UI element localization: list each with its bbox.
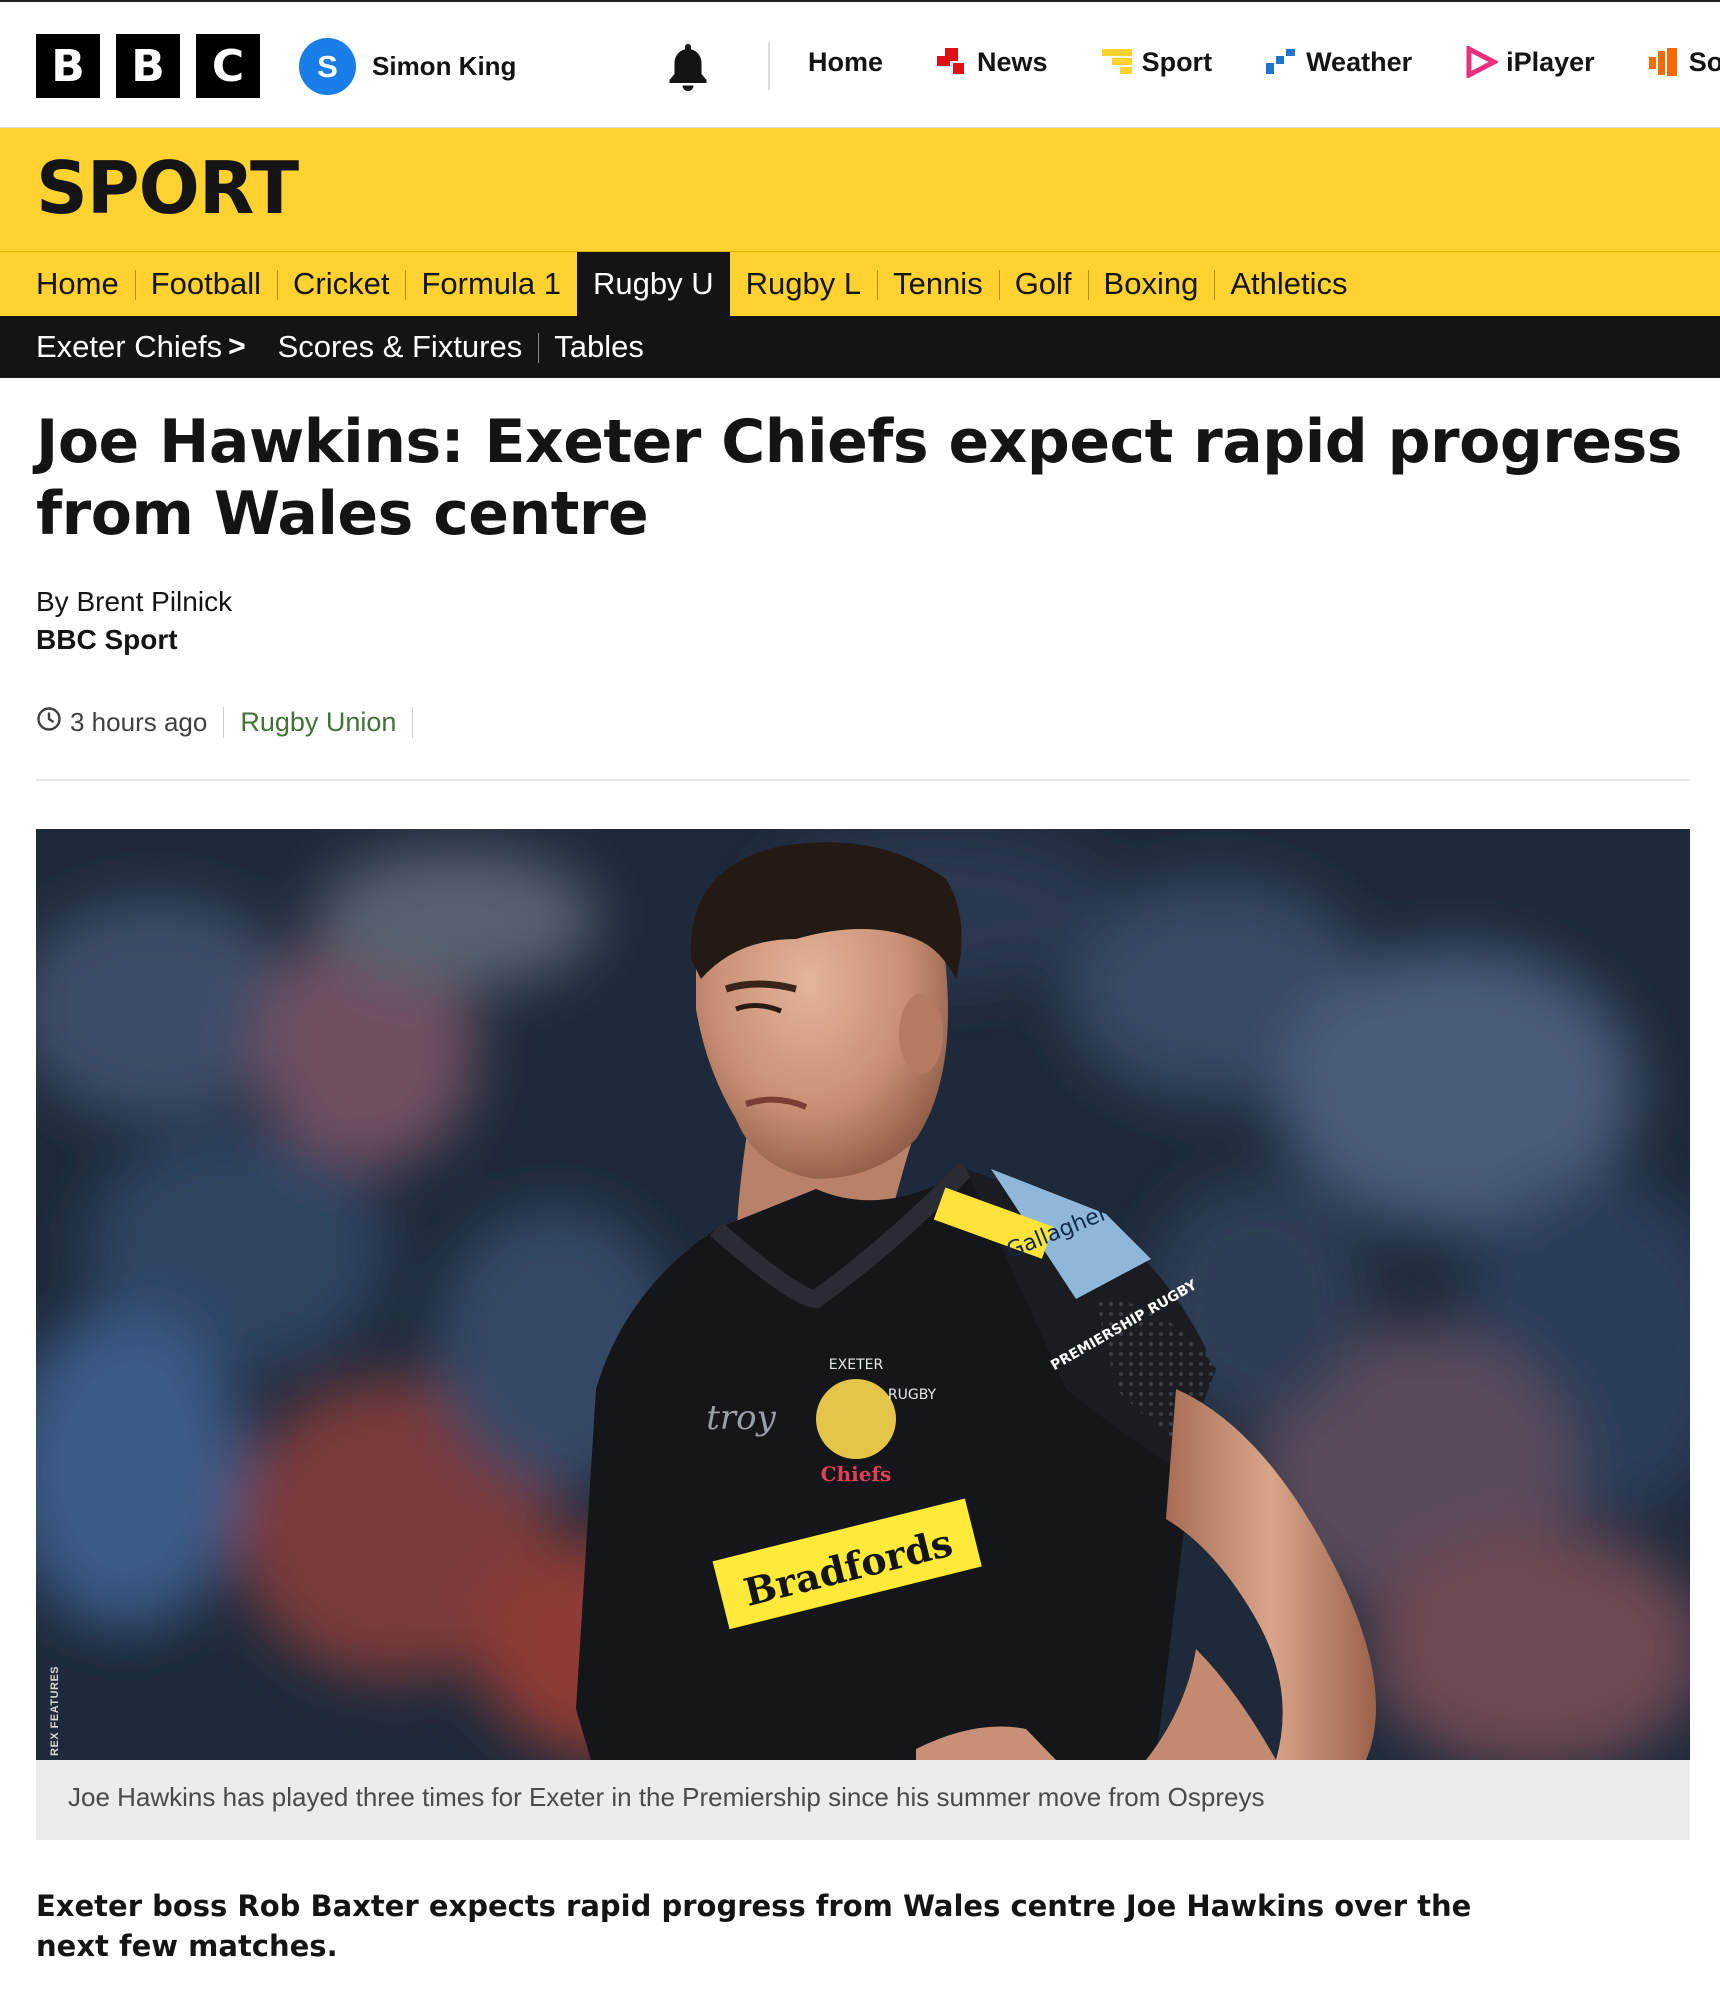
- badge-bottom-text: Chiefs: [821, 1462, 892, 1486]
- team-link[interactable]: Exeter Chiefs >: [36, 329, 262, 365]
- section-tab-boxing[interactable]: Boxing: [1087, 252, 1215, 316]
- divider: [36, 779, 1690, 781]
- badge-right-text: RUGBY: [888, 1387, 937, 1403]
- scores-fixtures-link[interactable]: Scores & Fixtures: [262, 329, 539, 365]
- clock-icon: [36, 706, 62, 739]
- news-icon: [937, 46, 969, 78]
- image-caption: Joe Hawkins has played three times for E…: [36, 1760, 1690, 1840]
- nav-label: News: [977, 46, 1048, 77]
- nav-label: Home: [808, 46, 884, 77]
- nav-home[interactable]: Home: [808, 47, 883, 78]
- section-tab-home[interactable]: Home: [36, 252, 135, 316]
- bbc-logo-letter: B: [116, 34, 180, 98]
- bbc-logo-letter: C: [196, 34, 260, 98]
- timestamp: 3 hours ago: [36, 706, 223, 739]
- account-link[interactable]: S Simon King: [299, 38, 516, 95]
- global-header: B B C S Simon King Home News Sport Weath…: [0, 0, 1720, 128]
- article-summary: Exeter boss Rob Baxter expects rapid pro…: [36, 1889, 1472, 1963]
- section-tab-cricket[interactable]: Cricket: [277, 252, 405, 316]
- nav-label: iPlayer: [1506, 46, 1595, 77]
- section-tab-rugby-league[interactable]: Rugby L: [730, 252, 877, 316]
- sport-section-nav: Home Football Cricket Formula 1 Rugby U …: [0, 252, 1720, 316]
- section-tab-football[interactable]: Football: [134, 252, 277, 316]
- section-tab-tennis[interactable]: Tennis: [877, 252, 999, 316]
- timestamp-text: 3 hours ago: [70, 706, 208, 737]
- nav-sport[interactable]: Sport: [1101, 46, 1213, 78]
- jersey-script-logo: troy: [706, 1398, 776, 1438]
- account-name: Simon King: [372, 51, 517, 81]
- section-tab-formula-1[interactable]: Formula 1: [405, 252, 577, 316]
- weather-icon: [1266, 46, 1298, 78]
- section-tab-golf[interactable]: Golf: [998, 252, 1088, 316]
- sounds-icon: [1648, 46, 1681, 78]
- team-name: Exeter Chiefs: [36, 329, 223, 364]
- header-divider: [768, 42, 770, 90]
- nav-iplayer[interactable]: iPlayer: [1466, 44, 1595, 80]
- iplayer-icon: [1466, 44, 1500, 80]
- nav-label: Weather: [1306, 46, 1413, 77]
- nav-sounds[interactable]: Sounds: [1648, 46, 1720, 78]
- byline-author: By Brent Pilnick: [36, 586, 233, 617]
- section-tab-rugby-union[interactable]: Rugby U: [577, 252, 730, 316]
- section-tab-athletics[interactable]: Athletics: [1214, 252, 1363, 316]
- avatar: S: [299, 38, 356, 95]
- bbc-logo[interactable]: B B C: [36, 34, 260, 98]
- sport-icon: [1101, 46, 1134, 78]
- badge-top-text: EXETER: [829, 1357, 884, 1373]
- bbc-logo-letter: B: [36, 34, 100, 98]
- notifications-bell-icon[interactable]: [664, 40, 712, 92]
- topic-link[interactable]: Rugby Union: [223, 706, 414, 738]
- sport-title[interactable]: SPORT: [36, 146, 299, 230]
- article-meta: 3 hours ago Rugby Union: [36, 704, 414, 740]
- sport-banner: SPORT: [0, 128, 1720, 252]
- nav-weather[interactable]: Weather: [1266, 46, 1412, 78]
- nav-news[interactable]: News: [937, 46, 1048, 78]
- image-credit: REX FEATURES: [49, 1665, 61, 1756]
- hero-image: Bradfords Gallagher EXETER RUGBY Chiefs …: [36, 829, 1690, 1760]
- article-headline: Joe Hawkins: Exeter Chiefs expect rapid …: [36, 407, 1683, 549]
- nav-label: Sounds: [1688, 46, 1720, 77]
- team-sub-nav: Exeter Chiefs > Scores & Fixtures Tables: [0, 316, 1720, 378]
- tables-link[interactable]: Tables: [538, 329, 660, 365]
- nav-label: Sport: [1141, 46, 1213, 77]
- chevron-right-icon: >: [228, 330, 246, 363]
- global-nav: Home News Sport Weather iPlayer So: [808, 44, 1720, 80]
- byline-organisation: BBC Sport: [36, 624, 178, 655]
